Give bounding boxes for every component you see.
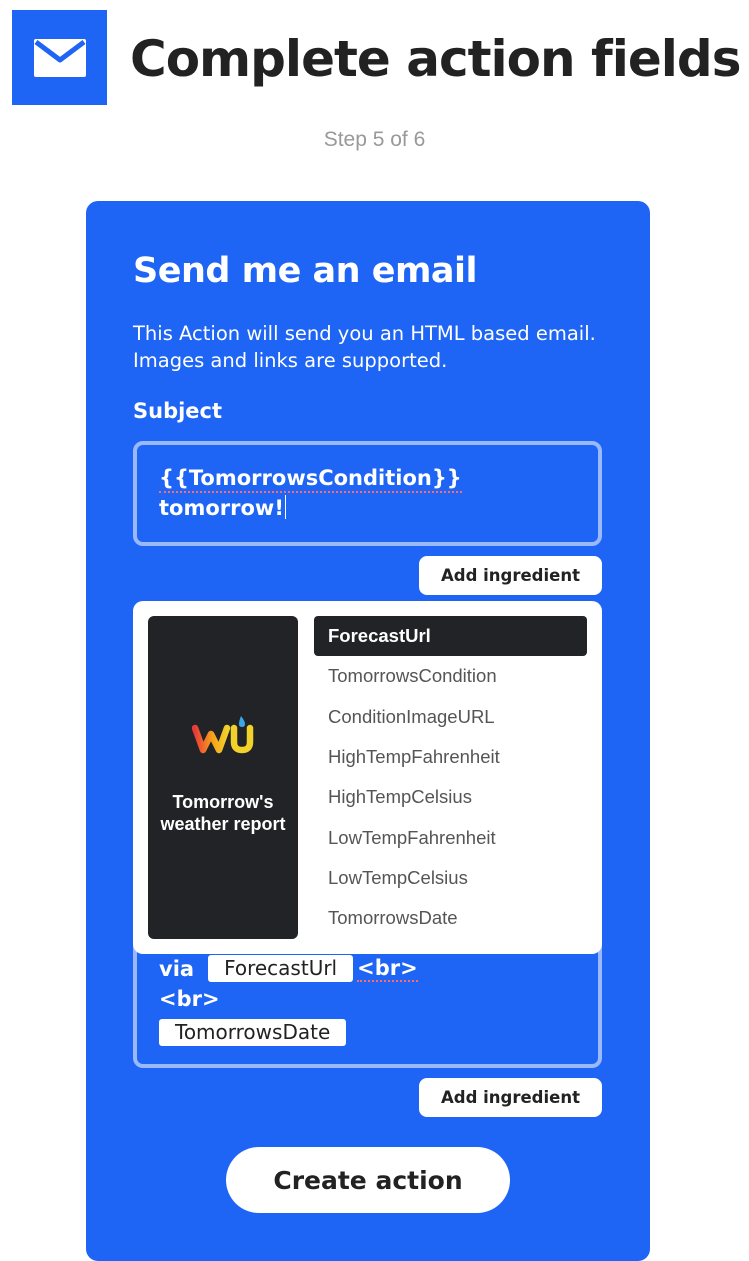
text-caret: [284, 495, 287, 519]
ingredient-service-name: Tomorrow's weather report: [160, 792, 286, 834]
ingredient-option[interactable]: ForecastUrl: [314, 616, 587, 657]
ingredient-option[interactable]: ConditionImageURL: [314, 697, 587, 737]
page-header: Complete action fields: [0, 0, 749, 110]
ingredient-option[interactable]: TomorrowsDate: [314, 898, 587, 938]
ingredient-option[interactable]: HighTempCelsius: [314, 777, 587, 817]
body-line: TomorrowsDate: [159, 1019, 347, 1046]
action-description: This Action will send you an HTML based …: [133, 322, 596, 372]
ingredient-option[interactable]: LowTempCelsius: [314, 858, 587, 898]
action-title: Send me an email: [133, 251, 478, 291]
create-action-button[interactable]: Create action: [226, 1147, 510, 1213]
body-field[interactable]: via ForecastUrl <br> <br> TomorrowsDate: [133, 941, 602, 1068]
ingredient-service-panel: Tomorrow's weather report: [148, 616, 298, 939]
subject-label: Subject: [133, 399, 223, 423]
step-indicator: Step 5 of 6: [323, 128, 426, 151]
body-line: via ForecastUrl <br>: [159, 955, 418, 982]
body-via-text: via: [159, 956, 195, 981]
subject-text-tail: tomorrow!: [159, 496, 284, 520]
body-line: <br>: [159, 987, 220, 1011]
add-ingredient-button[interactable]: Add ingredient: [419, 556, 602, 595]
ingredient-option[interactable]: TomorrowsCondition: [314, 656, 587, 696]
ingredient-option[interactable]: LowTempFahrenheit: [314, 817, 587, 857]
body-br-tag: <br>: [159, 987, 220, 1011]
add-ingredient-button[interactable]: Add ingredient: [419, 1078, 602, 1117]
body-ingredient-token[interactable]: TomorrowsDate: [159, 1019, 347, 1046]
body-ingredient-token[interactable]: ForecastUrl: [208, 955, 354, 982]
ingredient-dropdown: Tomorrow's weather report ForecastUrl To…: [133, 601, 602, 954]
action-card: Send me an email This Action will send y…: [86, 201, 650, 1261]
ingredient-list: ForecastUrl TomorrowsCondition Condition…: [314, 616, 587, 938]
subject-value[interactable]: {{TomorrowsCondition}} tomorrow!: [159, 463, 578, 523]
subject-field[interactable]: {{TomorrowsCondition}} tomorrow!: [133, 441, 602, 546]
wu-logo-icon: [192, 716, 254, 754]
body-br-tag: <br>: [357, 955, 418, 982]
mail-icon: [12, 10, 107, 105]
subject-ingredient-token: {{TomorrowsCondition}}: [159, 466, 462, 493]
page-title: Complete action fields: [130, 30, 741, 88]
ingredient-option[interactable]: HighTempFahrenheit: [314, 737, 587, 777]
